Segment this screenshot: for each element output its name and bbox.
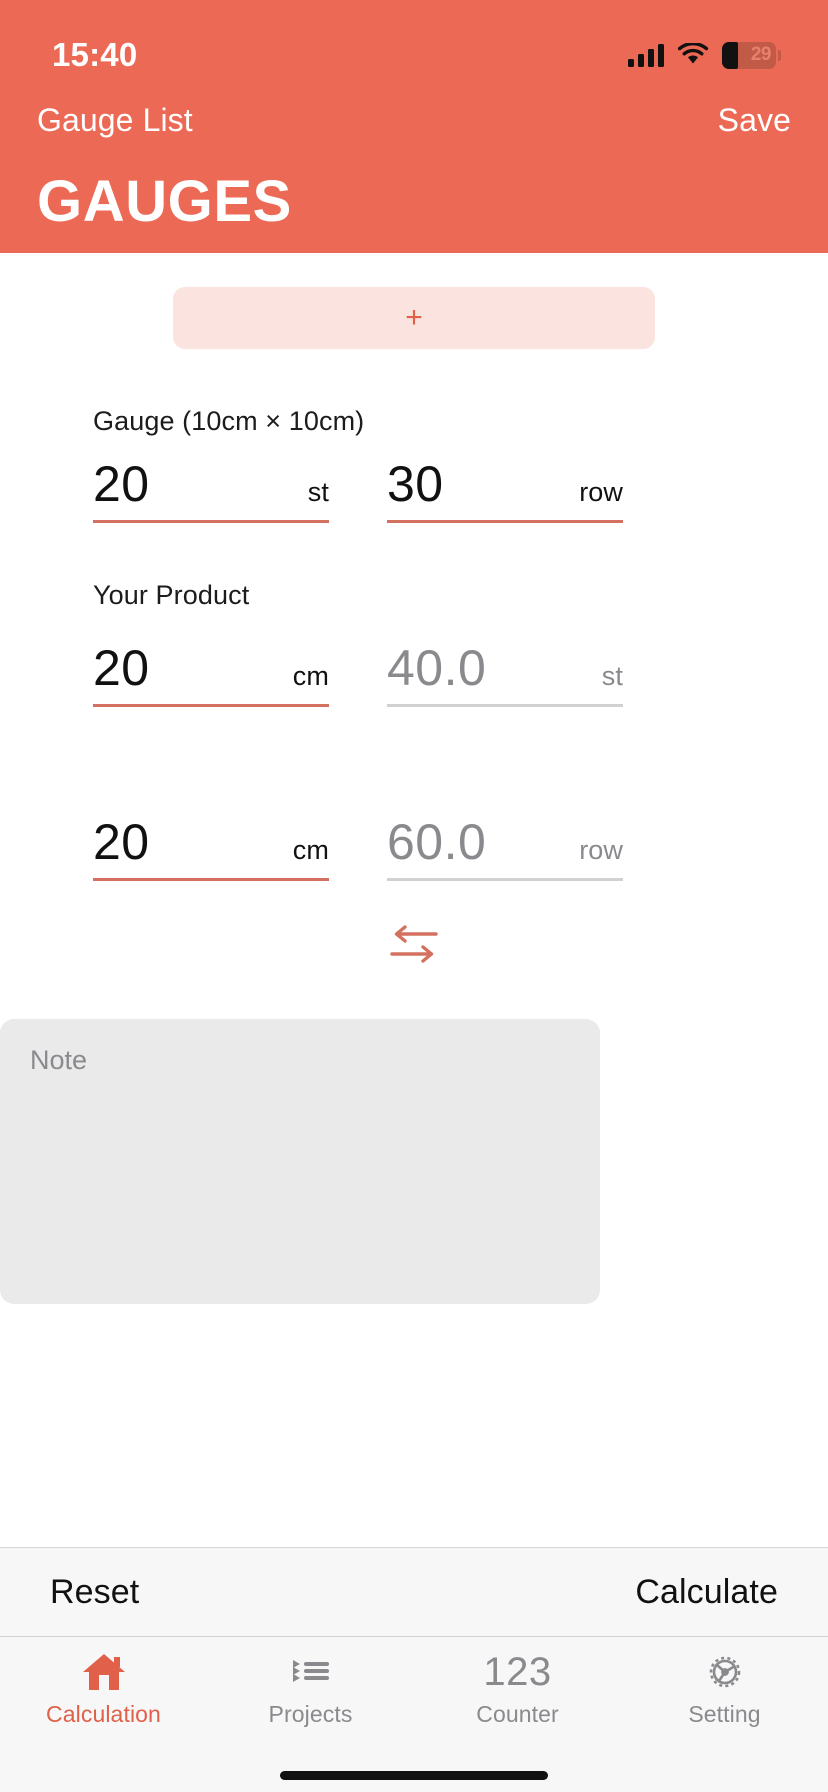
tab-counter-label: Counter <box>476 1701 559 1727</box>
status-bar-indicators: 29 <box>628 41 781 69</box>
status-bar-time: 15:40 <box>52 36 138 73</box>
header: 15:40 29 Gauge List Save GAUGES <box>0 0 828 253</box>
gauge-stitches-field[interactable]: 20 st <box>93 459 329 523</box>
main-content: + Gauge (10cm × 10cm) 20 st 30 row Your … <box>0 253 828 1547</box>
tab-projects-label: Projects <box>268 1701 353 1727</box>
battery-low-power-icon: 29 <box>722 41 781 69</box>
tab-setting[interactable]: Setting <box>621 1649 828 1728</box>
field-underline <box>93 704 329 707</box>
swap-direction-row <box>0 915 828 973</box>
field-underline <box>387 878 623 881</box>
gauge-rows-field[interactable]: 30 row <box>387 459 623 523</box>
product-stitches-result-value: 40.0 <box>387 640 487 696</box>
page-title: GAUGES <box>37 169 292 234</box>
gauge-section-label: Gauge (10cm × 10cm) <box>93 406 365 436</box>
123-icon: 123 <box>483 1649 551 1695</box>
note-input[interactable] <box>0 1019 600 1304</box>
battery-fill <box>722 41 738 69</box>
product-width-field[interactable]: 20 cm <box>93 643 329 707</box>
product-height-value[interactable]: 20 <box>93 817 150 867</box>
cellular-bars-icon <box>628 43 664 67</box>
tab-projects[interactable]: Projects <box>207 1649 414 1728</box>
product-rows-result-value: 60.0 <box>387 814 487 870</box>
home-icon <box>81 1649 127 1695</box>
product-rows-result-unit: row <box>579 835 623 865</box>
product-section-label: Your Product <box>93 580 250 610</box>
home-indicator-area <box>0 1758 828 1792</box>
battery-percent-label: 29 <box>750 44 772 65</box>
reset-button[interactable]: Reset <box>50 1573 139 1612</box>
status-bar: 15:40 29 <box>0 0 828 88</box>
tab-counter[interactable]: 123 Counter <box>414 1649 621 1728</box>
gauge-stitches-value[interactable]: 20 <box>93 459 150 509</box>
product-row-1: 20 cm 40.0 st <box>0 643 828 707</box>
action-toolbar: Reset Calculate <box>0 1547 828 1636</box>
product-rows-result-field: 60.0 row <box>387 817 623 881</box>
field-underline <box>387 520 623 523</box>
tab-bar: Calculation Projects 123 Counter Setting <box>0 1636 828 1758</box>
product-stitches-result-unit: st <box>601 661 623 691</box>
home-indicator[interactable] <box>280 1770 548 1780</box>
field-underline <box>93 520 329 523</box>
product-stitches-result-field: 40.0 st <box>387 643 623 707</box>
add-gauge-button[interactable]: + <box>173 287 655 349</box>
back-to-gauge-list-button[interactable]: Gauge List <box>37 102 193 139</box>
counter-glyph: 123 <box>483 1650 552 1694</box>
gear-icon <box>702 1649 748 1695</box>
gauge-rows-unit: row <box>579 477 623 507</box>
battery-cap <box>778 49 781 61</box>
field-underline <box>93 878 329 881</box>
navigation-bar: Gauge List Save <box>0 88 828 152</box>
app-screen: 15:40 29 Gauge List Save GAUGES + Gauge … <box>0 0 828 1792</box>
list-icon <box>288 1649 334 1695</box>
product-width-unit: cm <box>292 661 329 691</box>
tab-setting-label: Setting <box>688 1701 761 1727</box>
product-height-field[interactable]: 20 cm <box>93 817 329 881</box>
swap-arrows-button[interactable] <box>382 915 446 973</box>
gauge-rows-value[interactable]: 30 <box>387 459 444 509</box>
gauge-stitches-unit: st <box>307 477 329 507</box>
tab-calculation-label: Calculation <box>46 1701 161 1727</box>
calculate-button[interactable]: Calculate <box>635 1573 778 1612</box>
save-button[interactable]: Save <box>718 102 791 139</box>
wifi-icon <box>677 41 709 67</box>
product-width-value[interactable]: 20 <box>93 643 150 693</box>
gauge-field-row: 20 st 30 row <box>0 459 828 523</box>
product-row-2: 20 cm 60.0 row <box>0 817 828 881</box>
field-underline <box>387 704 623 707</box>
product-height-unit: cm <box>292 835 329 865</box>
tab-calculation[interactable]: Calculation <box>0 1649 207 1728</box>
swap-arrows-icon <box>388 925 440 970</box>
